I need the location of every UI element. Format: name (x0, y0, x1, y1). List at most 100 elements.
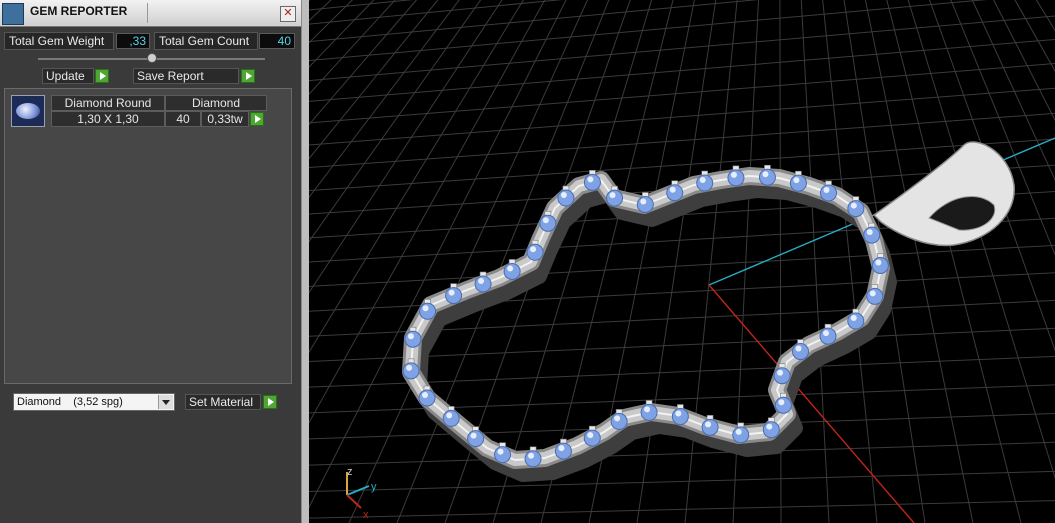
gem-highlight (422, 305, 429, 312)
gem-stone (866, 287, 884, 305)
gem-stone (727, 169, 745, 187)
gem-highlight (614, 415, 621, 422)
gem-weight-cell: 0,33tw (201, 111, 249, 127)
gem-highlight (497, 448, 504, 455)
gem-stone (640, 403, 658, 421)
close-icon[interactable]: ✕ (280, 6, 296, 22)
panel-splitter[interactable] (301, 0, 309, 523)
gem-stone (583, 429, 601, 447)
gem-stone (774, 396, 792, 414)
grid-line (309, 112, 1055, 169)
gem-highlight (478, 277, 485, 284)
gem-stone (402, 362, 420, 380)
gem-highlight (407, 333, 414, 340)
pendant-bail[interactable] (872, 141, 1015, 247)
gem-stone (557, 189, 575, 207)
material-select[interactable]: Diamond (3,52 spg) (13, 393, 175, 411)
gem-stone (732, 426, 750, 444)
3d-viewport[interactable]: z y x (309, 0, 1055, 523)
grid-line (309, 0, 988, 62)
grid-line (779, 0, 1055, 523)
gem-highlight (640, 198, 647, 205)
gem-stone (758, 168, 776, 186)
grid-line (971, 0, 1055, 181)
gem-highlight (795, 345, 802, 352)
grid-line (993, 0, 1055, 122)
gem-material-cell: Diamond (165, 95, 267, 111)
gem-highlight (675, 410, 682, 417)
gem-highlight (587, 432, 594, 439)
total-gem-count-label: Total Gem Count (154, 32, 258, 50)
gem-highlight (866, 229, 873, 236)
gem-highlight (735, 428, 742, 435)
gem-stone (474, 275, 492, 293)
gem-highlight (762, 171, 769, 178)
grid-line (907, 0, 1055, 480)
gem-highlight (644, 406, 651, 413)
set-material-button[interactable]: Set Material (185, 394, 261, 410)
gem-highlight (730, 171, 737, 178)
window-title: GEM REPORTER (30, 4, 128, 18)
grid-line (1014, 0, 1055, 73)
gem-shape-cell: Diamond Round (51, 95, 165, 111)
diamond-round-icon (11, 95, 45, 127)
gem-highlight (542, 217, 549, 224)
grid-line (309, 0, 414, 11)
gem-stone (467, 430, 485, 448)
gem-size-cell: 1,30 X 1,30 (51, 111, 165, 127)
gem-stone (792, 343, 810, 361)
gem-stone (524, 450, 542, 468)
gem-highlight (470, 432, 477, 439)
gem-highlight (448, 289, 455, 296)
gem-stone (871, 256, 889, 274)
grid-line (1035, 0, 1055, 32)
gem-highlight (669, 186, 676, 193)
update-button[interactable]: Update (42, 68, 94, 84)
gem-stone (503, 262, 521, 280)
gem-stone (583, 173, 601, 191)
gem-stone (847, 200, 865, 218)
grid-line (843, 0, 926, 523)
gizmo-x-label: x (363, 509, 369, 521)
gem-highlight (406, 364, 413, 371)
chevron-down-icon[interactable] (158, 395, 173, 409)
gem-highlight (530, 246, 537, 253)
gem-highlight (560, 192, 567, 199)
gem-stone (554, 442, 572, 460)
grid-line (309, 244, 1055, 287)
gem-highlight (823, 186, 830, 193)
update-play-icon[interactable] (95, 69, 109, 83)
gem-stone (789, 174, 807, 192)
gem-row-play-icon[interactable] (250, 112, 264, 126)
total-gem-weight-label: Total Gem Weight (4, 32, 114, 50)
gem-stone (762, 421, 780, 439)
grid-line (929, 0, 1055, 352)
gem-stone (773, 367, 791, 385)
material-select-spg: (3,52 spg) (73, 396, 123, 408)
set-material-play-icon[interactable] (263, 395, 277, 409)
gem-stone (445, 287, 463, 305)
grid-line (779, 0, 1055, 523)
gem-highlight (778, 399, 785, 406)
gem-stone (847, 312, 865, 330)
gem-highlight (793, 177, 800, 184)
grid-line (309, 87, 1055, 146)
gem-highlight (869, 290, 876, 297)
scene-svg[interactable]: z y x (309, 0, 1055, 523)
gem-stone (666, 184, 684, 202)
gem-highlight (875, 259, 882, 266)
total-gem-weight-value: ,33 (116, 33, 150, 49)
slider-thumb[interactable] (146, 53, 157, 63)
save-report-play-icon[interactable] (241, 69, 255, 83)
save-report-button[interactable]: Save Report (133, 68, 239, 84)
gem-stone (418, 389, 436, 407)
gem-highlight (609, 192, 616, 199)
gem-highlight (587, 176, 594, 183)
gem-stone (863, 226, 881, 244)
gem-stone (671, 408, 689, 426)
grid-line (779, 0, 1055, 523)
gem-stone (636, 195, 654, 213)
total-gem-count-value: 40 (259, 33, 295, 49)
title-separator (147, 3, 148, 23)
gem-highlight (699, 177, 706, 184)
